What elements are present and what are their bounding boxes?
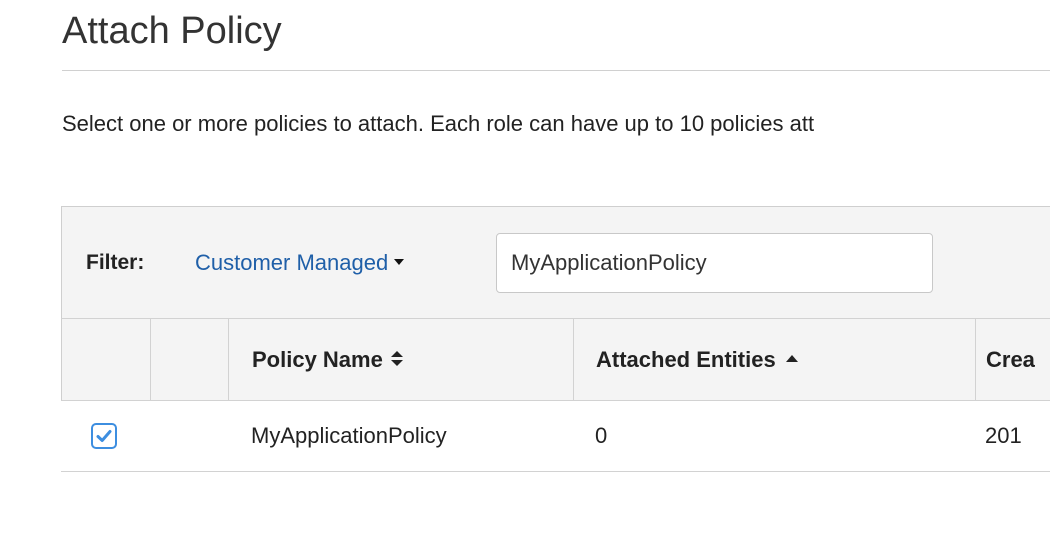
row-select-cell (61, 401, 150, 471)
table-row[interactable]: MyApplicationPolicy 0 201 (61, 401, 1050, 472)
row-checkbox[interactable] (91, 423, 117, 449)
filter-bar: Filter: Customer Managed (61, 206, 1050, 318)
attached-entities-cell: 0 (595, 423, 608, 448)
column-header-attached-entities[interactable]: Attached Entities (574, 319, 976, 400)
column-header-label: Attached Entities (596, 347, 776, 372)
table-header-row: Policy Name Attached Entities Crea (61, 318, 1050, 401)
filter-label: Filter: (86, 251, 145, 274)
creation-time-cell: 201 (985, 423, 1022, 448)
page-title: Attach Policy (62, 10, 282, 52)
caret-down-icon (394, 259, 405, 266)
filter-type-label: Customer Managed (195, 250, 389, 275)
sort-both-icon (390, 351, 403, 367)
column-header-creation-time[interactable]: Crea (976, 319, 1050, 400)
column-header-label: Policy Name (252, 347, 383, 372)
filter-type-dropdown[interactable]: Customer Managed (195, 250, 405, 276)
header-select-column (62, 319, 151, 400)
policy-search-input[interactable] (496, 233, 933, 293)
header-blank-column (151, 319, 229, 400)
policy-table-panel: Filter: Customer Managed Policy Name Att… (61, 206, 1050, 472)
sort-ascending-icon (785, 354, 798, 362)
checkmark-icon (96, 430, 112, 442)
title-divider (62, 70, 1050, 71)
policy-name-cell: MyApplicationPolicy (251, 423, 447, 448)
page-description: Select one or more policies to attach. E… (62, 111, 815, 136)
column-header-policy-name[interactable]: Policy Name (229, 319, 574, 400)
column-header-label: Crea (986, 347, 1035, 372)
